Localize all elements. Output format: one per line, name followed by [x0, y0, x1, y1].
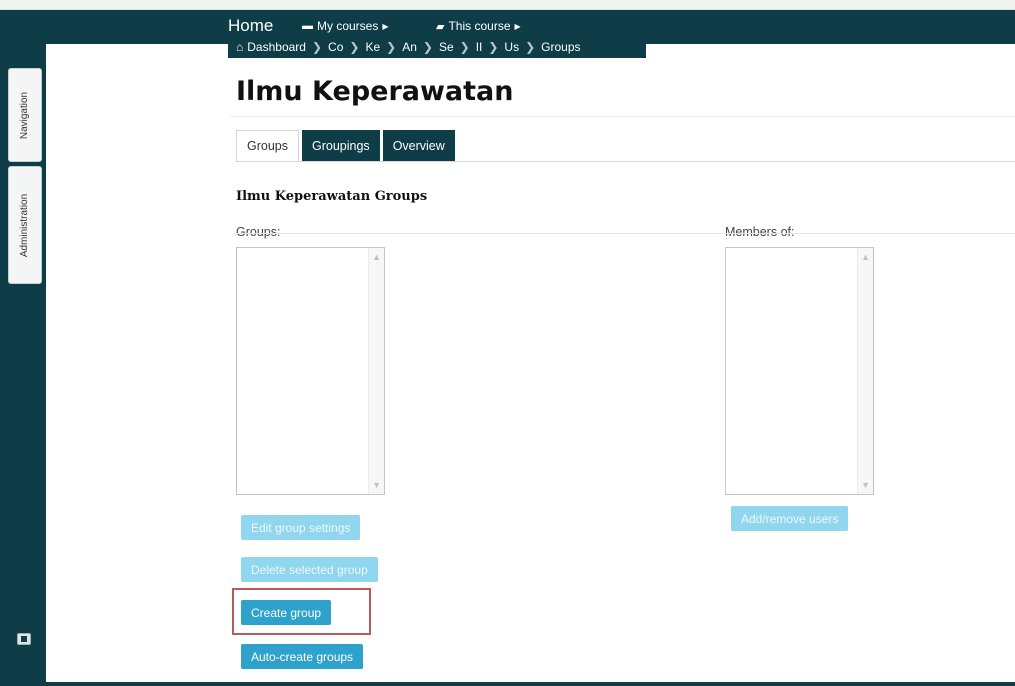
this-course-label: This course: [448, 19, 511, 33]
highlight-annotation: [232, 588, 371, 635]
navigation-tab-label: Navigation: [19, 91, 31, 139]
administration-tab-label: Administration: [19, 193, 31, 257]
breadcrumb-item[interactable]: Se: [439, 40, 454, 54]
scroll-up-icon[interactable]: ▲: [861, 252, 870, 262]
home-icon: ⌂: [236, 40, 244, 54]
caret-right-icon: ▶: [514, 21, 521, 31]
auto-create-groups-button[interactable]: Auto-create groups: [241, 644, 364, 669]
add-remove-users-button[interactable]: Add/remove users: [731, 506, 849, 531]
my-courses-menu[interactable]: ▬ My courses ▶: [302, 19, 389, 33]
breadcrumb-separator-icon: ❯: [525, 40, 536, 54]
window-top-strip: [0, 0, 1015, 10]
navigation-dock-tab[interactable]: Navigation: [8, 68, 42, 162]
breadcrumb-separator-icon: ❯: [459, 40, 470, 54]
breadcrumb-item[interactable]: An: [402, 40, 417, 54]
breadcrumb-item[interactable]: II: [476, 40, 483, 54]
breadcrumb-item[interactable]: Us: [504, 40, 519, 54]
members-listbox[interactable]: ▲ ▼: [725, 247, 874, 495]
section-heading: Ilmu Keperawatan Groups: [236, 189, 428, 204]
scrollbar[interactable]: ▲ ▼: [857, 248, 873, 494]
caret-right-icon: ▶: [382, 21, 389, 31]
breadcrumb-separator-icon: ❯: [386, 40, 397, 54]
breadcrumb-item[interactable]: Co: [328, 40, 343, 54]
tabs-divider: [236, 161, 1015, 162]
scrollbar[interactable]: ▲ ▼: [368, 248, 384, 494]
breadcrumb-item-groups[interactable]: Groups: [541, 40, 580, 54]
groups-label: Groups:: [236, 225, 281, 239]
tab-overview[interactable]: Overview: [382, 130, 455, 161]
dock-icon[interactable]: [17, 633, 31, 645]
scroll-down-icon[interactable]: ▼: [372, 480, 381, 490]
folder-icon: ▬: [302, 20, 313, 32]
label-divider: [236, 233, 1015, 234]
members-label: Members of:: [725, 225, 795, 239]
tab-groups[interactable]: Groups: [236, 130, 299, 162]
page-title: Ilmu Keperawatan: [236, 76, 514, 107]
book-icon: ▰: [436, 20, 445, 33]
breadcrumb-separator-icon: ❯: [349, 40, 360, 54]
home-link[interactable]: Home: [228, 16, 273, 36]
breadcrumb-separator-icon: ❯: [488, 40, 499, 54]
title-divider: [230, 116, 1015, 117]
administration-dock-tab[interactable]: Administration: [8, 166, 42, 284]
my-courses-label: My courses: [317, 19, 379, 33]
tab-groupings[interactable]: Groupings: [302, 130, 380, 161]
delete-selected-group-button[interactable]: Delete selected group: [241, 557, 378, 582]
this-course-menu[interactable]: ▰ This course ▶: [436, 19, 521, 33]
breadcrumb: ⌂ Dashboard ❯ Co ❯ Ke ❯ An ❯ Se ❯ II ❯ U…: [228, 36, 646, 58]
group-tabs: Groups Groupings Overview: [236, 130, 455, 162]
scroll-down-icon[interactable]: ▼: [861, 480, 870, 490]
breadcrumb-separator-icon: ❯: [311, 40, 323, 54]
scroll-up-icon[interactable]: ▲: [372, 252, 381, 262]
groups-listbox[interactable]: ▲ ▼: [236, 247, 385, 495]
edit-group-settings-button[interactable]: Edit group settings: [241, 515, 361, 540]
breadcrumb-separator-icon: ❯: [422, 40, 433, 54]
bottom-strip: [0, 682, 1015, 686]
breadcrumb-item[interactable]: Ke: [365, 40, 380, 54]
breadcrumb-item-dashboard[interactable]: Dashboard: [247, 40, 306, 54]
